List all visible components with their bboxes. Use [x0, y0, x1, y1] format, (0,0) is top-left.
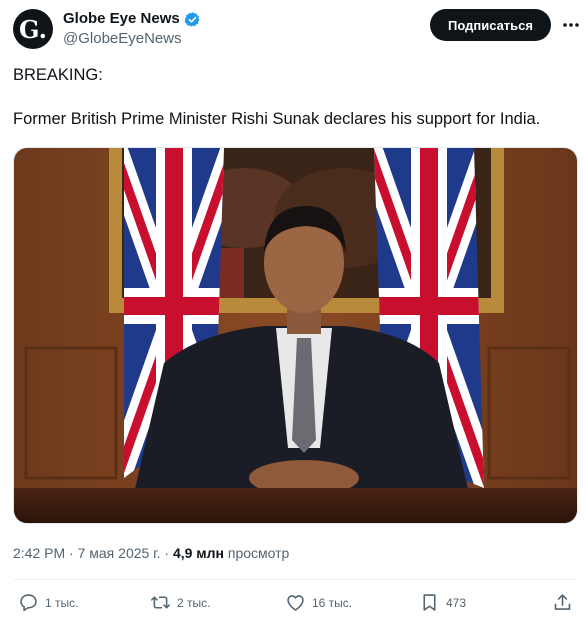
like-button[interactable]: 16 тыс.	[285, 592, 352, 613]
subscribe-button[interactable]: Подписаться	[430, 9, 551, 41]
tweet-time[interactable]: 2:42 PM	[13, 545, 65, 561]
display-name[interactable]: Globe Eye News	[63, 10, 180, 28]
name-row: Globe Eye News	[63, 10, 201, 28]
retweet-count: 2 тыс.	[177, 595, 211, 610]
more-icon[interactable]	[561, 15, 581, 35]
verified-badge-icon[interactable]	[184, 11, 201, 28]
like-count: 16 тыс.	[312, 595, 353, 610]
views-count: 4,9 млн	[172, 545, 224, 561]
tweet-date[interactable]: 7 мая 2025 г.	[78, 545, 161, 561]
bookmark-count: 473	[446, 595, 467, 610]
tweet-line-breaking: BREAKING:	[13, 66, 103, 84]
share-button[interactable]	[552, 592, 579, 613]
author-block: Globe Eye News @GlobeEyeNews	[63, 10, 201, 49]
tweet-photo[interactable]	[13, 147, 578, 524]
like-icon	[287, 595, 304, 611]
reply-icon	[20, 594, 37, 612]
meta-dot: ·	[69, 545, 74, 561]
tweet-meta: 2:42 PM · 7 мая 2025 г. · 4,9 млн просмо…	[13, 543, 289, 563]
reply-count: 1 тыс.	[45, 595, 79, 610]
bookmark-icon	[423, 594, 436, 611]
retweet-icon	[150, 596, 171, 609]
divider	[13, 579, 578, 580]
retweet-button[interactable]: 2 тыс.	[150, 592, 210, 613]
avatar[interactable]: G.	[13, 9, 53, 49]
handle[interactable]: @GlobeEyeNews	[63, 29, 201, 49]
tweet-line-body: Former British Prime Minister Rishi Suna…	[13, 110, 541, 128]
share-icon	[554, 594, 571, 610]
tweet-text: BREAKING: Former British Prime Minister …	[13, 64, 578, 130]
avatar-letter: G.	[19, 14, 47, 44]
photo-illustration	[14, 148, 577, 523]
views-label: просмотр	[227, 545, 290, 561]
action-bar: 1 тыс. 2 тыс. 16 тыс. 473	[0, 592, 586, 616]
reply-button[interactable]: 1 тыс.	[18, 592, 78, 613]
bookmark-button[interactable]: 473	[419, 592, 466, 613]
tweet-header: G. Globe Eye News @GlobeEyeNews Подписат…	[13, 8, 579, 50]
meta-separator: ·	[164, 545, 170, 561]
